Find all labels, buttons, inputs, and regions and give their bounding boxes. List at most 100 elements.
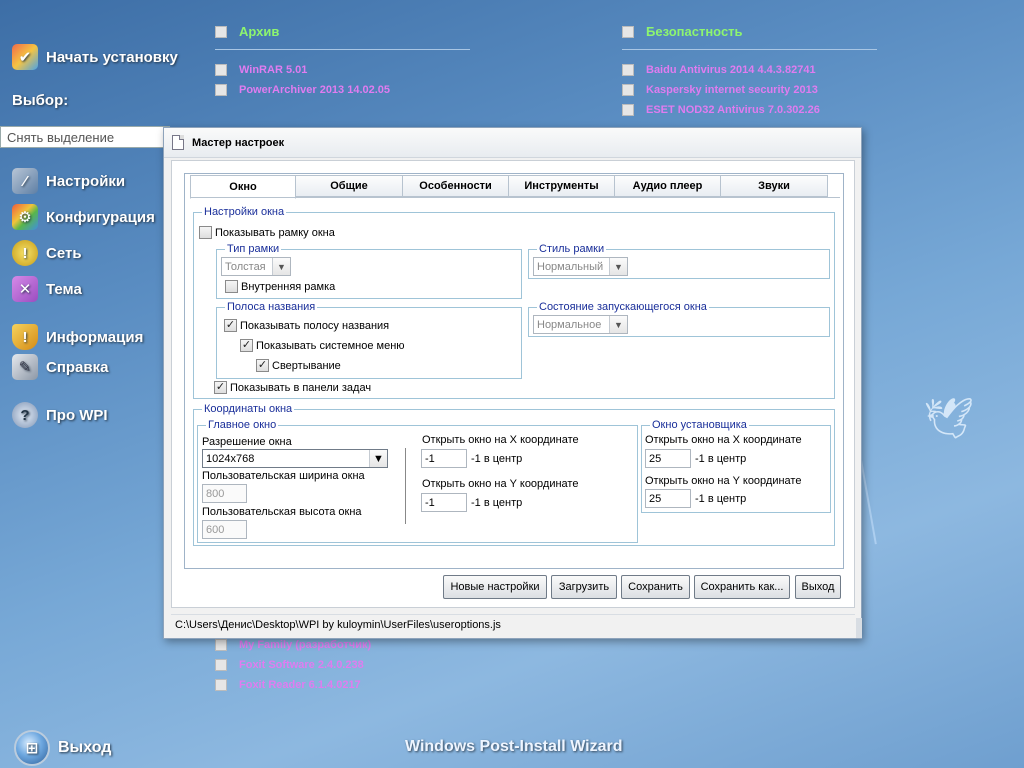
title-bar-group: Полоса названия ✓ Показывать полосу назв… <box>216 301 522 379</box>
menu-item-about[interactable]: ? Про WPI <box>12 400 108 430</box>
tab-sounds[interactable]: Звуки <box>721 175 828 197</box>
menu-item-label: Настройки <box>46 172 126 190</box>
installer-open-x-hint: -1 в центр <box>695 453 747 465</box>
resize-grip[interactable] <box>856 618 862 638</box>
custom-width-input[interactable]: 800 <box>202 484 247 503</box>
menu-item-theme[interactable]: ✕ Тема <box>12 274 82 304</box>
security-header[interactable]: Безопастность <box>622 24 877 50</box>
show-title-bar-checkbox[interactable]: ✓ <box>224 319 237 332</box>
minimize-checkbox[interactable]: ✓ <box>256 359 269 372</box>
custom-width-label: Пользовательская ширина окна <box>202 470 365 482</box>
tab-panel: Окно Общие Особенности Инструменты Аудио… <box>184 173 844 569</box>
menu-item-configuration[interactable]: ⚙ Конфигурация <box>12 202 155 232</box>
document-icon <box>172 135 184 150</box>
archive-checkbox[interactable] <box>215 25 227 38</box>
menu-item-label: Конфигурация <box>46 208 155 226</box>
show-in-taskbar-checkbox[interactable]: ✓ <box>214 381 227 394</box>
save-as-button[interactable]: Сохранить как... <box>694 575 790 599</box>
main-open-x-input[interactable]: -1 <box>421 449 467 468</box>
network-icon: ! <box>12 240 38 266</box>
about-icon: ? <box>12 402 38 428</box>
settings-icon: ⁄ <box>12 168 38 194</box>
windows-orb-icon: ⊞ <box>14 730 50 766</box>
new-settings-button[interactable]: Новые настройки <box>443 575 547 599</box>
menu-item-label: Тема <box>46 280 82 298</box>
show-system-menu-checkbox[interactable]: ✓ <box>240 339 253 352</box>
launch-state-select[interactable]: Нормальное ▼ <box>533 315 628 334</box>
inner-frame-checkbox[interactable] <box>225 280 238 293</box>
installer-open-y-hint: -1 в центр <box>695 493 747 505</box>
archive-header-label: Архив <box>239 24 280 39</box>
list-item[interactable]: Foxit Software 2.4.0.238 <box>215 655 371 675</box>
dialog-exit-button[interactable]: Выход <box>795 575 841 599</box>
frame-type-group: Тип рамки Толстая ▼ Внутренняя рамка <box>216 243 522 299</box>
window-settings-legend: Настройки окна <box>202 206 287 218</box>
main-window-legend: Главное окно <box>206 419 279 431</box>
bottom-list: My Family (разработчик) Foxit Software 2… <box>215 635 371 695</box>
window-settings-group: Настройки окна Показывать рамку окна Тип… <box>193 206 835 399</box>
frame-style-group: Стиль рамки Нормальный ▼ <box>528 243 830 279</box>
frame-style-select[interactable]: Нормальный ▼ <box>533 257 628 276</box>
chevron-down-icon: ▼ <box>609 316 627 333</box>
frame-type-select[interactable]: Толстая ▼ <box>221 257 291 276</box>
menu-item-settings[interactable]: ⁄ Настройки <box>12 166 125 196</box>
tab-tools[interactable]: Инструменты <box>509 175 615 197</box>
installer-open-x-input[interactable]: 25 <box>645 449 691 468</box>
list-item[interactable]: PowerArchiver 2013 14.02.05 <box>215 80 470 100</box>
frame-style-legend: Стиль рамки <box>537 243 607 255</box>
exit-button[interactable]: ⊞ Выход <box>14 730 111 766</box>
save-button[interactable]: Сохранить <box>621 575 690 599</box>
menu-item-label: Справка <box>46 358 109 376</box>
list-item[interactable]: Baidu Antivirus 2014 4.4.3.82741 <box>622 60 877 80</box>
footer-title: Windows Post-Install Wizard <box>405 738 623 755</box>
chevron-down-icon: ▼ <box>369 450 387 467</box>
frame-type-legend: Тип рамки <box>225 243 282 255</box>
list-item[interactable]: Foxit Reader 6.1.4.0217 <box>215 675 371 695</box>
install-icon: ✔ <box>12 44 38 70</box>
start-install-label: Начать установку <box>46 48 178 66</box>
security-header-label: Безопастность <box>646 24 743 39</box>
main-open-y-hint: -1 в центр <box>471 497 523 509</box>
minimize-label: Свертывание <box>272 360 341 372</box>
main-window-group: Главное окно Разрешение окна 1024x768 ▼ … <box>197 419 638 543</box>
tab-features[interactable]: Особенности <box>403 175 509 197</box>
show-in-taskbar-label: Показывать в панели задач <box>230 382 372 394</box>
choice-label: Выбор: <box>12 92 69 109</box>
show-system-menu-label: Показывать системное меню <box>256 340 405 352</box>
launch-state-group: Состояние запускающегося окна Нормальное… <box>528 301 830 337</box>
load-button[interactable]: Загрузить <box>551 575 617 599</box>
list-item[interactable]: ESET NOD32 Antivirus 7.0.302.26 <box>622 100 877 120</box>
show-title-bar-label: Показывать полосу названия <box>240 320 390 332</box>
launch-state-legend: Состояние запускающегося окна <box>537 301 709 313</box>
show-frame-checkbox[interactable] <box>199 226 212 239</box>
menu-item-info[interactable]: ! Информация <box>12 322 143 352</box>
start-install-button[interactable]: ✔ Начать установку <box>12 42 178 72</box>
menu-item-help[interactable]: ✎ Справка <box>12 352 108 382</box>
main-open-y-input[interactable]: -1 <box>421 493 467 512</box>
list-item[interactable]: WinRAR 5.01 <box>215 60 470 80</box>
list-item[interactable]: Kaspersky internet security 2013 <box>622 80 877 100</box>
dialog-titlebar[interactable]: Мастер настроек <box>164 128 861 158</box>
security-checkbox[interactable] <box>622 25 634 38</box>
installer-open-y-input[interactable]: 25 <box>645 489 691 508</box>
menu-item-network[interactable]: ! Сеть <box>12 238 82 268</box>
archive-header[interactable]: Архив <box>215 24 470 50</box>
installer-window-legend: Окно установщика <box>650 419 749 431</box>
resolution-select[interactable]: 1024x768 ▼ <box>202 449 388 468</box>
tab-general[interactable]: Общие <box>296 175 403 197</box>
resolution-label: Разрешение окна <box>202 436 292 448</box>
settings-wizard-dialog: Мастер настроек Окно Общие Особенности И… <box>163 127 862 639</box>
custom-height-input[interactable]: 600 <box>202 520 247 539</box>
main-open-x-label: Открыть окно на X координате <box>422 434 579 446</box>
window-coordinates-group: Координаты окна Главное окно Разрешение … <box>193 403 835 546</box>
configuration-icon: ⚙ <box>12 204 38 230</box>
tab-window[interactable]: Окно <box>190 175 296 199</box>
menu-item-label: Про WPI <box>46 406 108 424</box>
window-coordinates-legend: Координаты окна <box>202 403 295 415</box>
security-column: Безопастность Baidu Antivirus 2014 4.4.3… <box>622 24 877 120</box>
main-open-x-hint: -1 в центр <box>471 453 523 465</box>
help-icon: ✎ <box>12 354 38 380</box>
tab-audio-player[interactable]: Аудио плеер <box>615 175 721 197</box>
deselect-button[interactable]: Снять выделение <box>0 126 170 148</box>
theme-icon: ✕ <box>12 276 38 302</box>
